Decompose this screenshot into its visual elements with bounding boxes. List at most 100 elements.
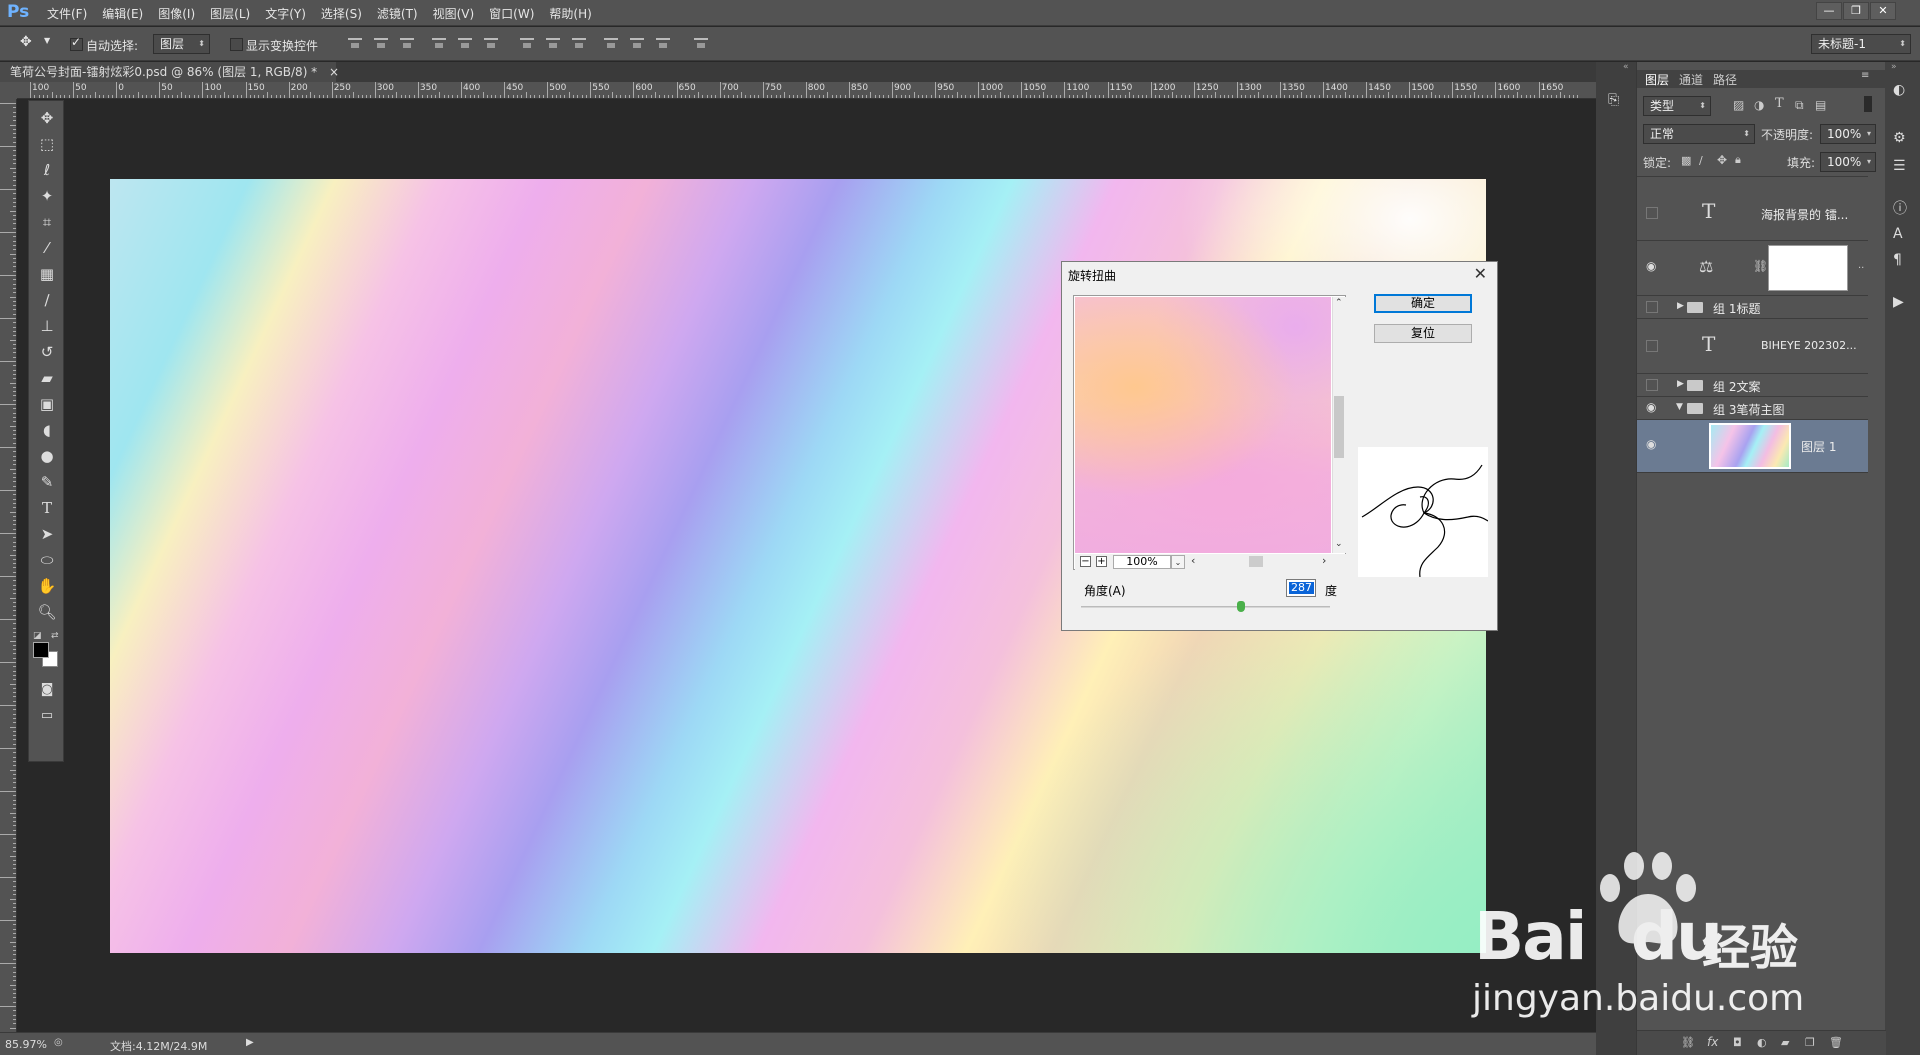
layer-mask-thumbnail[interactable]: [1768, 245, 1848, 291]
blend-mode-dropdown[interactable]: 正常 ⬍: [1643, 124, 1755, 144]
link-layers-icon[interactable]: ⛓: [1681, 1036, 1695, 1049]
magic-wand-icon[interactable]: ✦: [34, 185, 60, 207]
marquee-tool-icon[interactable]: ⬚: [34, 133, 60, 155]
paragraph-panel-icon[interactable]: ¶: [1893, 252, 1913, 268]
reset-button[interactable]: 复位: [1374, 324, 1472, 343]
move-tool-icon[interactable]: ✥: [34, 107, 60, 129]
hand-tool-icon[interactable]: ✋: [34, 575, 60, 597]
show-transform-checkbox[interactable]: [230, 38, 243, 51]
ruler-origin[interactable]: [0, 82, 17, 99]
zoom-out-button[interactable]: −: [1080, 556, 1091, 567]
menu-item[interactable]: 图像(I): [158, 5, 195, 22]
ellipse-tool-icon[interactable]: ⬭: [34, 549, 60, 571]
preview-scroll-thumb[interactable]: [1334, 396, 1344, 458]
new-group-icon[interactable]: ▰: [1781, 1036, 1789, 1049]
dialog-close-icon[interactable]: ✕: [1474, 264, 1487, 283]
link-icon[interactable]: ⛓: [1753, 259, 1768, 273]
brush-tool-icon[interactable]: ∕: [34, 289, 60, 311]
tab-paths[interactable]: 路径: [1713, 71, 1737, 88]
align-distribute-icon[interactable]: [520, 36, 534, 50]
filter-preview[interactable]: ⌃ ⌄ − + 100% ⌄ ‹ ›: [1073, 295, 1347, 570]
menu-item[interactable]: 编辑(E): [102, 5, 143, 22]
lock-pixels-icon[interactable]: ∕: [1699, 154, 1703, 167]
status-menu-arrow-icon[interactable]: ▶: [246, 1037, 254, 1048]
brush-panel-icon[interactable]: ☰: [1893, 158, 1913, 174]
menu-item[interactable]: 视图(V): [433, 5, 475, 22]
add-mask-icon[interactable]: ◘: [1733, 1036, 1742, 1049]
quick-mask-icon[interactable]: ◙: [34, 679, 60, 701]
layer-thumbnail[interactable]: [1709, 423, 1791, 469]
new-layer-icon[interactable]: ❐: [1805, 1036, 1815, 1049]
filter-pixel-icon[interactable]: ▨: [1733, 98, 1744, 112]
info-panel-icon[interactable]: ⓘ: [1893, 198, 1913, 218]
tool-preset-dropdown[interactable]: ▼: [44, 36, 50, 45]
crop-tool-icon[interactable]: ⌗: [34, 211, 60, 233]
eye-icon[interactable]: ◉: [1646, 437, 1656, 451]
scroll-left-icon[interactable]: ‹: [1191, 554, 1195, 567]
expand-arrow-icon[interactable]: ▶: [1677, 379, 1684, 389]
visibility-toggle[interactable]: [1646, 379, 1658, 391]
type-tool-icon[interactable]: T: [34, 497, 60, 519]
angle-input[interactable]: 287: [1286, 579, 1316, 597]
screen-mode-icon[interactable]: ▭: [34, 705, 60, 727]
ok-button[interactable]: 确定: [1374, 294, 1472, 313]
filter-shape-icon[interactable]: ⧉: [1795, 98, 1804, 113]
eyedropper-tool-icon[interactable]: ⁄: [34, 237, 60, 259]
align-distribute-icon[interactable]: [694, 36, 708, 50]
menu-item[interactable]: 文件(F): [47, 5, 87, 22]
expand-arrow-icon[interactable]: ▶: [1677, 301, 1684, 311]
align-distribute-icon[interactable]: [432, 36, 446, 50]
collapse-panels-icon[interactable]: «: [1623, 62, 1629, 72]
horizontal-ruler[interactable]: 100 50 0 50 100 150 200 250 300 350 400 450 500 550 60…: [17, 82, 1596, 99]
layer-group-row[interactable]: ◉ ▼ 组 3笔荷主图: [1637, 397, 1868, 420]
fill-field[interactable]: 100% ▾: [1820, 152, 1876, 172]
menu-item[interactable]: 窗口(W): [489, 5, 534, 22]
history-brush-icon[interactable]: ↺: [34, 341, 60, 363]
new-adjustment-icon[interactable]: ◐: [1757, 1036, 1767, 1049]
pen-tool-icon[interactable]: ✎: [34, 471, 60, 493]
collapse-right-panels-icon[interactable]: »: [1891, 62, 1897, 72]
stamp-tool-icon[interactable]: ⊥: [34, 315, 60, 337]
layer-filter-dropdown[interactable]: 类型 ⬍: [1643, 96, 1711, 116]
align-distribute-icon[interactable]: [572, 36, 586, 50]
auto-select-target-dropdown[interactable]: 图层 ⬍: [153, 34, 210, 54]
status-info-icon[interactable]: ◎: [54, 1037, 63, 1048]
layer-style-icon[interactable]: fx: [1707, 1035, 1718, 1049]
visibility-toggle[interactable]: [1646, 207, 1658, 219]
angle-slider-track[interactable]: [1081, 606, 1330, 608]
preview-hscroll-thumb[interactable]: [1249, 556, 1263, 567]
align-distribute-icon[interactable]: [546, 36, 560, 50]
properties-panel-icon[interactable]: ⚙: [1893, 130, 1913, 146]
menu-item[interactable]: 图层(L): [210, 5, 250, 22]
actions-panel-icon[interactable]: ▶: [1893, 294, 1913, 310]
lasso-tool-icon[interactable]: ℓ: [34, 159, 60, 181]
scroll-up-icon[interactable]: ⌃: [1335, 298, 1343, 308]
adjustments-panel-icon[interactable]: ◐: [1893, 82, 1913, 98]
layer-group-row[interactable]: ▶ 组 2文案: [1637, 374, 1868, 397]
lock-transparent-icon[interactable]: ▩: [1681, 154, 1691, 167]
align-distribute-icon[interactable]: [484, 36, 498, 50]
auto-select-checkbox[interactable]: [70, 35, 83, 51]
align-distribute-icon[interactable]: [400, 36, 414, 50]
align-distribute-icon[interactable]: [374, 36, 388, 50]
align-distribute-icon[interactable]: [348, 36, 362, 50]
scroll-down-icon[interactable]: ⌄: [1335, 539, 1343, 549]
minimize-button[interactable]: —: [1816, 2, 1842, 20]
filter-toggle[interactable]: [1864, 96, 1872, 112]
panel-menu-icon[interactable]: ≡: [1861, 70, 1869, 81]
zoom-tool-icon[interactable]: 🔍︎: [34, 601, 60, 623]
eye-icon[interactable]: ◉: [1646, 400, 1656, 414]
menu-item[interactable]: 帮助(H): [549, 5, 591, 22]
layer-row-selected[interactable]: ◉ 图层 1: [1637, 420, 1868, 473]
gradient-tool-icon[interactable]: ▣: [34, 393, 60, 415]
align-distribute-icon[interactable]: [630, 36, 644, 50]
filter-type-icon[interactable]: T: [1775, 96, 1784, 111]
menu-item[interactable]: 选择(S): [321, 5, 362, 22]
zoom-level[interactable]: 85.97%: [5, 1038, 47, 1051]
path-select-icon[interactable]: ➤: [34, 523, 60, 545]
preview-image[interactable]: [1075, 297, 1331, 553]
lock-all-icon[interactable]: 🔒︎: [1735, 153, 1741, 167]
restore-button[interactable]: ❐: [1843, 2, 1869, 20]
angle-slider-thumb[interactable]: [1237, 601, 1246, 612]
close-button[interactable]: ✕: [1870, 2, 1896, 20]
